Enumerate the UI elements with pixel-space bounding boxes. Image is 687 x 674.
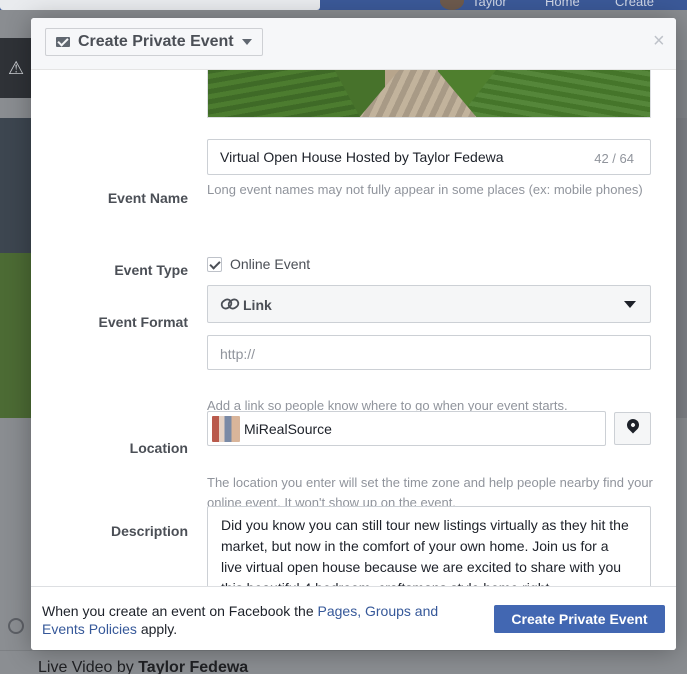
event-url-placeholder: http:// (220, 346, 256, 362)
location-value: MiRealSource (244, 421, 332, 437)
caret-down-icon (624, 301, 636, 308)
envelope-icon (56, 37, 70, 47)
event-format-value: Link (243, 297, 272, 313)
policy-notice-prefix: When you create an event on Facebook the (42, 603, 318, 619)
event-format-select[interactable]: Link (207, 285, 651, 323)
description-textarea[interactable]: Did you know you can still tour new list… (207, 506, 651, 586)
event-format-label: Event Format (98, 314, 188, 330)
background-post-title: Live Video by Taylor Fedewa (38, 659, 248, 674)
event-name-value: Virtual Open House Hosted by Taylor Fede… (220, 149, 504, 165)
policy-notice-suffix: apply. (136, 621, 178, 637)
event-type-label: Event Type (114, 262, 188, 278)
location-input[interactable]: MiRealSource (207, 411, 606, 446)
warning-icon: ⚠ (8, 58, 25, 78)
dialog-header: Create Private Event × (31, 18, 676, 70)
dialog-body[interactable]: Event Name Virtual Open House Hosted by … (31, 70, 676, 586)
policy-notice: When you create an event on Facebook the… (42, 602, 472, 638)
map-pin-icon (624, 416, 642, 434)
create-event-dialog: Create Private Event × Event Name Virtua… (31, 18, 676, 650)
cover-photo-lawn-left (208, 70, 361, 117)
event-url-input[interactable]: http:// (207, 335, 651, 370)
checkmark-icon[interactable] (207, 256, 222, 272)
online-event-label[interactable]: Online Event (230, 256, 310, 272)
location-avatar (212, 416, 240, 442)
background-photo (0, 118, 32, 418)
close-icon[interactable]: × (653, 31, 665, 51)
cover-photo-lawn-right (458, 70, 650, 117)
background-nav-home: Home (545, 0, 580, 9)
dialog-footer: When you create an event on Facebook the… (31, 586, 676, 650)
background-avatar (440, 0, 464, 10)
event-cover-photo[interactable] (207, 70, 651, 118)
event-name-label: Event Name (107, 190, 188, 206)
create-private-event-button[interactable]: Create Private Event (494, 605, 665, 633)
privacy-selector-label: Create Private Event (78, 33, 234, 50)
clock-icon (8, 618, 24, 634)
background-nav-user: Taylor (472, 0, 507, 9)
description-value: Did you know you can still tour new list… (221, 517, 629, 586)
privacy-selector-button[interactable]: Create Private Event (45, 28, 263, 56)
description-label: Description (110, 523, 188, 539)
background-nav-create: Create (615, 0, 655, 9)
background-search-bar (0, 0, 320, 10)
event-name-help: Long event names may not fully appear in… (207, 182, 643, 197)
caret-down-icon (241, 39, 252, 45)
location-pin-button[interactable] (614, 412, 651, 445)
background-post-prefix: Live Video by (38, 659, 139, 674)
location-label: Location (129, 440, 188, 456)
cover-photo-path (358, 70, 478, 117)
event-name-char-count: 42 / 64 (594, 151, 634, 166)
online-event-checkbox-row[interactable]: Online Event (207, 254, 310, 274)
background-post-author: Taylor Fedewa (138, 659, 249, 674)
link-icon (220, 298, 240, 310)
event-name-input[interactable]: Virtual Open House Hosted by Taylor Fede… (207, 139, 651, 175)
background-divider (0, 650, 570, 651)
